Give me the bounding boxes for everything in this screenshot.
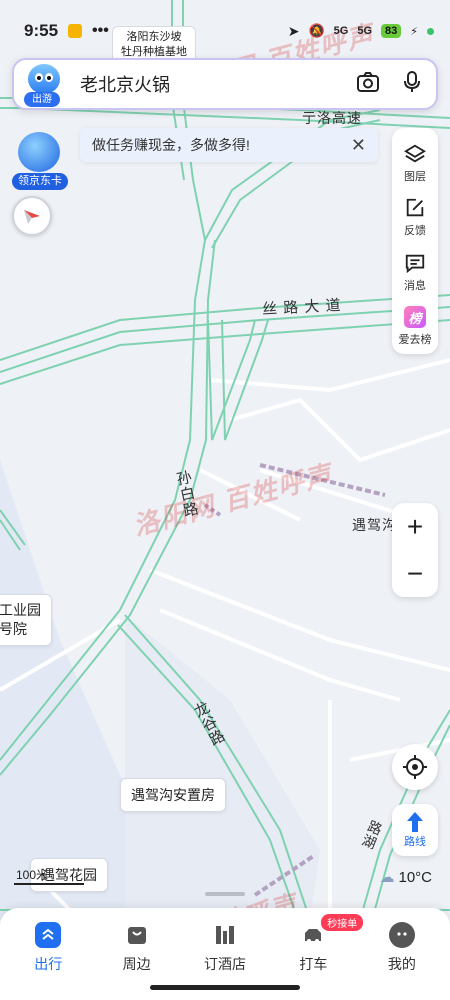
map-scale-label: 100米 xyxy=(16,868,49,882)
nav-tab-travel[interactable]: 出行 xyxy=(4,922,92,1000)
rank-list-button[interactable]: 榜 爱去榜 xyxy=(392,300,438,355)
nav-label: 周边 xyxy=(122,956,151,972)
microphone-icon[interactable] xyxy=(402,70,422,99)
weather-temp: 10°C xyxy=(398,868,432,886)
feedback-icon xyxy=(406,199,424,217)
nav-tab-profile[interactable]: 我的 xyxy=(358,922,446,1000)
mute-icon: 🔕 xyxy=(308,23,325,38)
search-bar[interactable]: 出游 老北京火锅 xyxy=(12,58,438,110)
close-icon[interactable]: ✕ xyxy=(351,135,366,156)
nav-label: 我的 xyxy=(387,956,416,972)
hotel-icon xyxy=(212,922,238,948)
compass-button[interactable] xyxy=(12,196,52,236)
profile-icon xyxy=(388,922,415,948)
home-indicator[interactable] xyxy=(150,985,300,990)
jd-card-widget[interactable]: 领京东卡 xyxy=(12,132,68,190)
poi-industrial-park[interactable]: 工业园 号院 xyxy=(0,594,52,646)
tool-label: 图层 xyxy=(404,170,426,183)
status-time: 9:55 xyxy=(24,21,59,40)
tool-label: 消息 xyxy=(404,279,426,292)
zoom-out-button[interactable]: − xyxy=(407,558,423,590)
mascot-tag: 出游 xyxy=(24,92,60,107)
task-banner[interactable]: 做任务赚现金，多做多得! ✕ xyxy=(80,128,378,162)
mascot-eye xyxy=(35,73,43,82)
task-banner-text: 做任务赚现金，多做多得! xyxy=(92,137,250,153)
route-arrow-icon xyxy=(407,812,423,832)
notes-app-icon xyxy=(68,24,83,38)
tool-label: 反馈 xyxy=(404,225,426,238)
road-label-g1: 亍洛高速 xyxy=(302,110,362,126)
crosshair-icon xyxy=(403,755,427,779)
feedback-button[interactable]: 反馈 xyxy=(392,191,438,246)
mascot-eye xyxy=(45,73,53,82)
poi-resettlement-housing[interactable]: 遇驾沟安置房 xyxy=(120,778,226,812)
mascot-icon[interactable]: 出游 xyxy=(24,64,64,107)
rank-icon: 榜 xyxy=(404,306,426,329)
bag-icon xyxy=(124,922,150,948)
battery-indicator: 83 xyxy=(381,24,402,38)
jd-mascot-icon xyxy=(18,132,60,172)
layers-button[interactable]: 图层 xyxy=(392,136,438,191)
place-label-yujia[interactable]: 遇驾沟 xyxy=(352,515,397,535)
cloud-icon: ☁ xyxy=(379,869,395,886)
zoom-controls: + − xyxy=(392,503,438,597)
weather-widget[interactable]: ☁ 10°C xyxy=(379,868,432,887)
route-label: 路线 xyxy=(404,836,426,848)
tool-label: 爱去榜 xyxy=(398,334,432,347)
message-icon xyxy=(405,254,425,273)
poi-label: 号院 xyxy=(0,621,27,637)
jd-card-label: 领京东卡 xyxy=(12,173,68,190)
camera-icon[interactable] xyxy=(356,71,380,98)
right-toolbar: 图层 反馈 消息 榜 爱去榜 xyxy=(392,128,438,354)
search-input[interactable]: 老北京火锅 xyxy=(64,71,356,97)
mascot-head xyxy=(28,64,60,94)
map-scale-bar xyxy=(14,883,84,885)
nav-label: 订酒店 xyxy=(204,956,247,972)
charging-icon: ⚡ xyxy=(410,25,418,38)
nav-label: 出行 xyxy=(34,956,63,972)
locate-me-button[interactable] xyxy=(392,744,438,790)
travel-icon xyxy=(35,922,62,948)
compass-icon xyxy=(24,210,40,224)
nav-label: 打车 xyxy=(299,956,328,972)
signal-5g-1: 5G xyxy=(333,25,349,37)
more-dots-icon: ••• xyxy=(92,22,109,39)
route-button[interactable]: 路线 xyxy=(392,804,438,856)
drawer-handle[interactable] xyxy=(205,892,245,896)
location-arrow-icon: ➤ xyxy=(287,22,300,39)
road-label-silk-road: 丝 路 大 道 xyxy=(261,296,342,319)
status-bar: 9:55 ••• ➤ 🔕 5G 5G 83 ⚡ xyxy=(0,0,450,48)
zoom-in-button[interactable]: + xyxy=(407,511,423,543)
messages-button[interactable]: 消息 xyxy=(392,245,438,300)
privacy-dot-icon xyxy=(427,27,434,35)
layers-icon xyxy=(404,144,426,163)
poi-label: 工业园 xyxy=(0,602,41,618)
signal-5g-2: 5G xyxy=(357,25,373,37)
